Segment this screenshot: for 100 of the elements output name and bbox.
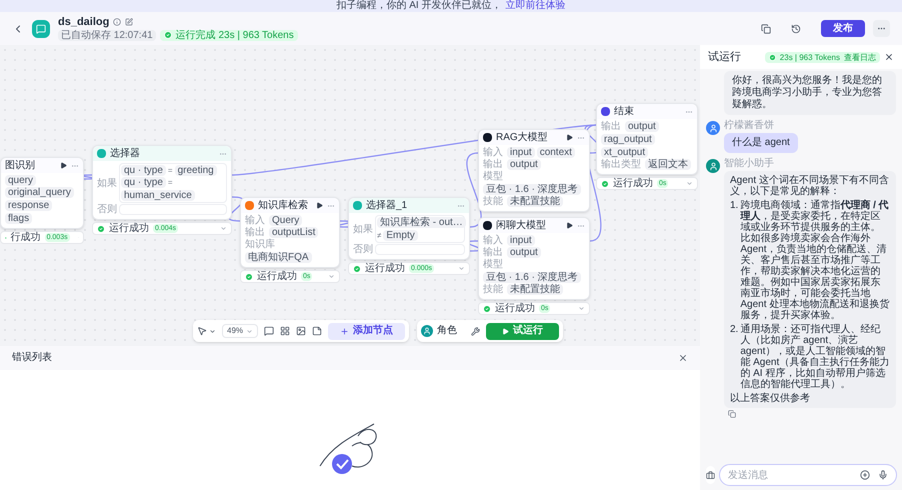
variable-chip: Query — [269, 215, 302, 226]
list-number: 2. — [730, 324, 738, 337]
close-icon[interactable] — [884, 52, 894, 62]
play-icon[interactable] — [60, 162, 67, 169]
node-title: 选择器_1 — [366, 200, 408, 210]
user-message-bubble: 什么是 agent — [724, 133, 798, 153]
run-complete-badge: 运行完成 23s | 963 Tokens — [160, 30, 298, 40]
answer-intro: Agent 这个词在不同场景下有不同含义，以下是常见的解释： — [730, 175, 890, 197]
node-title: 图识别 — [5, 160, 36, 170]
variable-chip: rag_output — [601, 134, 655, 145]
sender-name: 智能小助手 — [724, 159, 775, 169]
variable-chip: qu · type — [121, 177, 166, 188]
node-title: 结束 — [614, 106, 635, 116]
play-icon[interactable] — [566, 134, 573, 141]
variable-chip: flags — [5, 213, 32, 224]
workflow-node[interactable]: 选择器 如果 qu · type = greeting qu · type = human_service 否则 — [92, 145, 232, 220]
node-title: 知识库检索 — [258, 200, 309, 210]
app-logo-icon — [32, 20, 50, 38]
run-status-text: 运行成功 — [109, 224, 149, 234]
field-label: 输出 — [483, 247, 503, 258]
chevron-down-icon[interactable] — [209, 328, 216, 334]
variable-chip: 豆包 · 1.6 · 深度思考 — [483, 184, 581, 195]
success-icon — [601, 180, 609, 188]
node-title: RAG大模型 — [496, 132, 549, 142]
app-title: ds_dailog — [58, 16, 110, 28]
panel-title: 试运行 — [708, 52, 742, 62]
field-label: 模型 — [483, 171, 503, 182]
close-icon[interactable] — [678, 353, 688, 363]
field-label: 否则 — [353, 244, 373, 255]
success-icon — [768, 54, 776, 60]
copy-icon[interactable] — [761, 24, 771, 34]
pointer-icon[interactable] — [197, 326, 207, 336]
field-label: 如果 — [353, 224, 373, 234]
panel-title: 错误列表 — [12, 353, 52, 363]
autosave-label: 已自动保存 12:07:41 — [58, 30, 156, 40]
role-button[interactable]: 角色 — [421, 325, 457, 337]
operator: = — [168, 166, 173, 174]
variable-chip: input — [507, 147, 535, 158]
avatar-icon — [421, 325, 433, 337]
run-status-text: 行成功 — [10, 232, 41, 242]
play-icon[interactable] — [316, 202, 323, 209]
workflow-node[interactable]: 闲聊大模型 输入 input 输出 output 模型 豆包 · 1.6 · 深度思考 技能 未配置技能 — [478, 217, 590, 300]
answer-list-item: 跨境电商领域：通常指代理商 / 代理人，是受卖家委托，在特定区域或业务环节提供服务的主体。比如很多跨境卖家会合作海外 Agent，负责当地的仓储配送、清关、客户售后甚至市场推广等工作，帮助卖家解决本地化运营的难题。例如中国家居卖家拓展东南亚市场时，可能会委托当地 Agent 处理本地物流配送和退换货服务，提升买家体验。 — [740, 200, 890, 321]
comment-icon[interactable] — [264, 326, 274, 336]
success-icon — [97, 224, 105, 232]
field-label: 输入 — [483, 147, 503, 158]
variable-chip: query — [5, 175, 36, 186]
variable-chip: output — [507, 247, 541, 258]
workflow-node[interactable]: 知识库检索 输入 Query 输出 outputList 知识库 电商知识FQA — [240, 197, 340, 268]
workflow-node[interactable]: 图识别 query original_query response flags — [0, 157, 84, 229]
operator: ≠ — [377, 232, 382, 240]
run-status-text: 运行成功 — [613, 178, 653, 188]
field-label: 输出 — [601, 121, 621, 132]
variable-chip: 知识库检索 - out… — [377, 217, 466, 228]
field-label: 输出 — [245, 227, 265, 238]
sender-name: 柠檬酱香饼 — [724, 121, 775, 131]
field-label: 输入 — [245, 215, 265, 226]
zoom-select[interactable]: 49% — [222, 324, 258, 338]
grid-icon[interactable] — [280, 326, 290, 336]
variable-chip: outputList — [269, 227, 318, 238]
variable-chip: output — [625, 121, 659, 132]
chevron-down-icon — [246, 328, 253, 334]
token-badge: 23s | 963 Tokens 查看日志 — [764, 52, 880, 62]
image-icon[interactable] — [296, 326, 306, 336]
workflow-node[interactable]: RAG大模型 输入 input context 输出 output 模型 豆包 · 1.6 · 深度思考 技能 未配置技能 — [478, 129, 590, 212]
play-icon[interactable] — [566, 222, 573, 229]
workflow-node[interactable]: 选择器_1 如果 知识库检索 - out… ≠ Empty 否则 — [348, 197, 470, 260]
variable-chip: xt_output — [601, 147, 648, 158]
history-icon[interactable] — [791, 24, 801, 34]
variable-chip: context — [536, 147, 575, 158]
copy-icon[interactable] — [728, 410, 736, 418]
variable-chip: output — [507, 159, 541, 170]
field-label: 输出类型 — [601, 159, 641, 170]
success-icon — [483, 304, 491, 312]
variable-chip: 返回文本 — [645, 159, 691, 170]
workflow-node[interactable]: 结束 输出 output rag_output xt_output 输出类型 返回文本 — [596, 103, 698, 175]
success-icon — [353, 264, 361, 272]
field-label: 模型 — [483, 259, 503, 270]
field-label: 输入 — [483, 235, 503, 246]
answer-list-item: 通用场景：还可指代理人、经纪人（比如房产 agent、演艺 agent），或是人工智能领域的智能 Agent（具备自主执行任务能力的 AI 程序，比如自动帮用户筛选信息的智能代理工具）。 — [740, 324, 890, 390]
note-icon[interactable] — [312, 326, 322, 336]
field-label: 技能 — [483, 284, 503, 295]
plus-icon — [340, 326, 349, 336]
field-label: 输出 — [483, 159, 503, 170]
variable-chip: 未配置技能 — [507, 284, 563, 295]
microphone-icon[interactable] — [878, 470, 888, 480]
variable-chip: 豆包 · 1.6 · 深度思考 — [483, 272, 581, 283]
add-icon[interactable] — [860, 470, 870, 480]
field-label: 技能 — [483, 196, 503, 207]
variable-chip: Empty — [383, 230, 418, 241]
add-node-button[interactable]: 添加节点 — [328, 322, 405, 340]
message-field[interactable]: 发送消息 — [719, 464, 897, 486]
wrench-icon[interactable] — [471, 326, 480, 336]
variable-chip: 未配置技能 — [507, 196, 563, 207]
info-icon[interactable] — [113, 18, 122, 26]
toolbox-icon[interactable] — [706, 466, 715, 484]
edit-icon[interactable] — [125, 18, 134, 26]
publish-button[interactable]: 发布 — [821, 20, 865, 37]
node-title: 闲聊大模型 — [496, 220, 547, 230]
bot-message-bubble: 你好，很高兴为您服务！我是您的跨境电商学习小助手，专业为您答疑解惑。 — [724, 71, 896, 115]
